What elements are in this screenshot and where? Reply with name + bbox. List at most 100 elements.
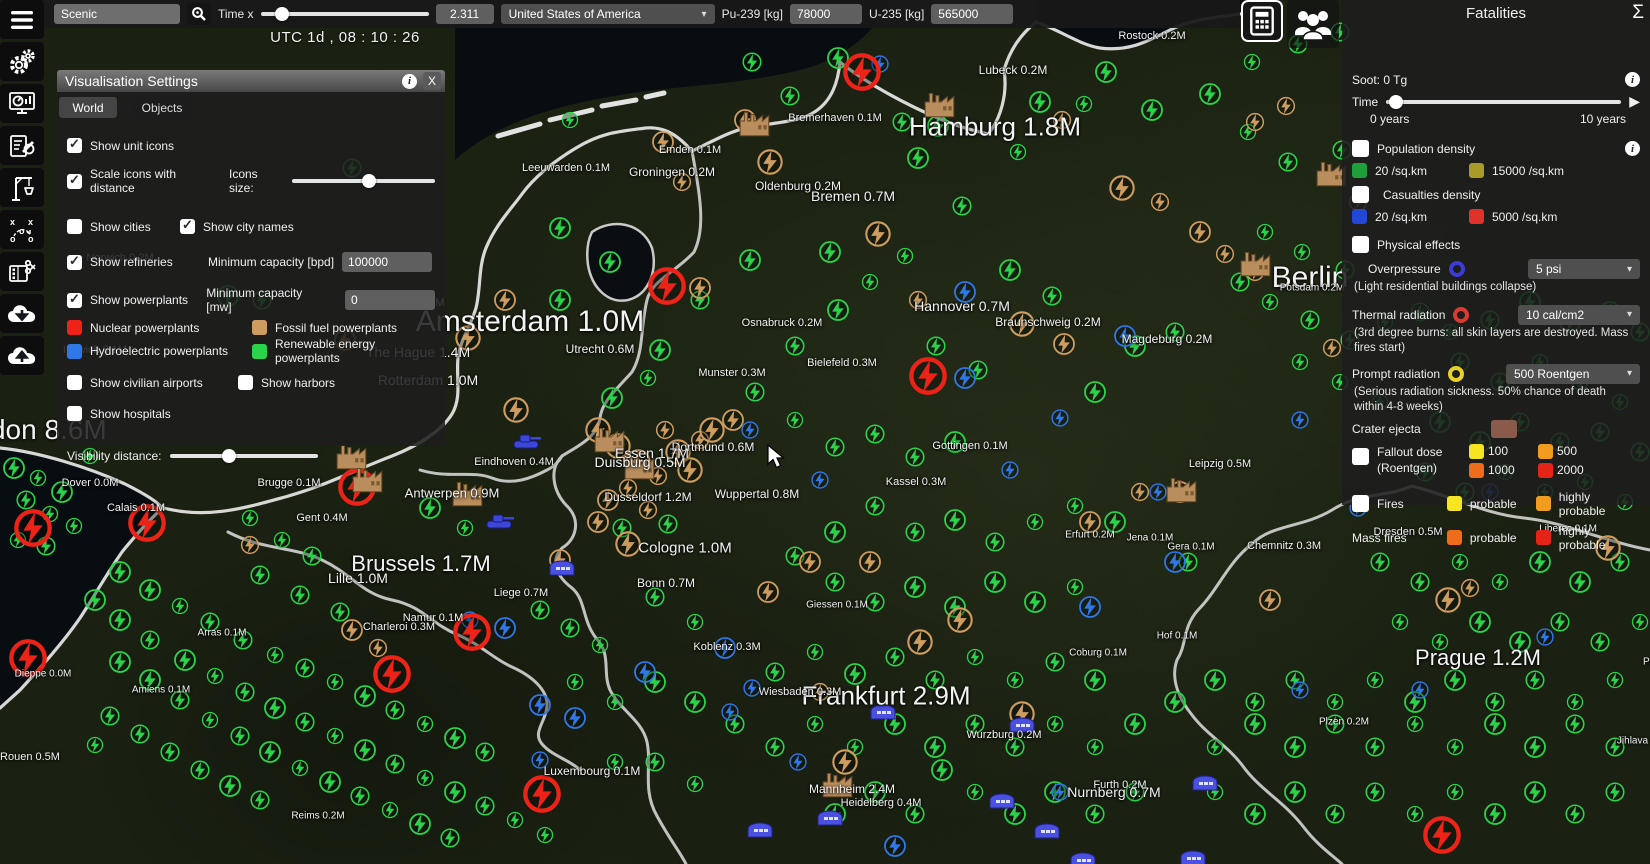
hydro-powerplant-icon[interactable] — [1411, 681, 1430, 700]
scale-icons-checkbox[interactable] — [67, 174, 82, 189]
renewable-powerplant-icon[interactable] — [686, 775, 704, 793]
fossil-powerplant-icon[interactable] — [1130, 482, 1150, 502]
renewable-powerplant-icon[interactable] — [381, 801, 399, 819]
renewable-powerplant-icon[interactable] — [108, 608, 132, 632]
nuclear-powerplant-icon[interactable] — [908, 356, 948, 396]
visibility-distance-slider[interactable] — [170, 449, 318, 463]
renewable-powerplant-icon[interactable] — [440, 828, 461, 849]
renewable-powerplant-icon[interactable] — [1631, 613, 1649, 631]
fossil-powerplant-icon[interactable] — [756, 148, 784, 176]
fossil-powerplant-icon[interactable] — [1460, 578, 1480, 598]
refinery-icon[interactable] — [737, 106, 773, 138]
renewable-powerplant-icon[interactable] — [683, 690, 707, 714]
sidebar-item-download[interactable] — [0, 294, 44, 333]
renewable-powerplant-icon[interactable] — [742, 52, 763, 73]
hydro-powerplant-icon[interactable] — [1051, 409, 1070, 428]
renewable-powerplant-icon[interactable] — [983, 570, 1007, 594]
renewable-powerplant-icon[interactable] — [1283, 735, 1307, 759]
renewable-powerplant-icon[interactable] — [1370, 552, 1391, 573]
renewable-powerplant-icon[interactable] — [926, 336, 947, 357]
renewable-powerplant-icon[interactable] — [1123, 712, 1147, 736]
renewable-powerplant-icon[interactable] — [658, 514, 679, 535]
renewable-powerplant-icon[interactable] — [600, 386, 624, 410]
u235-input[interactable] — [931, 4, 1013, 24]
renewable-powerplant-icon[interactable] — [1028, 90, 1052, 114]
renewable-powerplant-icon[interactable] — [1009, 143, 1027, 161]
renewable-powerplant-icon[interactable] — [138, 578, 162, 602]
renewable-powerplant-icon[interactable] — [416, 715, 434, 733]
renewable-powerplant-icon[interactable] — [290, 585, 311, 606]
min-capacity-bpd-input[interactable] — [342, 252, 432, 272]
settings-title-bar[interactable]: Visualisation Settings i X — [57, 70, 445, 92]
renewable-powerplant-icon[interactable] — [173, 648, 197, 672]
renewable-powerplant-icon[interactable] — [591, 636, 609, 654]
renewable-powerplant-icon[interactable] — [326, 727, 344, 745]
renewable-powerplant-icon[interactable] — [818, 240, 842, 264]
renewable-powerplant-icon[interactable] — [825, 572, 846, 593]
renewable-powerplant-icon[interactable] — [1283, 780, 1307, 804]
renewable-powerplant-icon[interactable] — [530, 600, 551, 621]
military-unit-icon[interactable] — [483, 509, 517, 531]
nuclear-powerplant-icon[interactable] — [522, 774, 562, 814]
renewable-powerplant-icon[interactable] — [1256, 223, 1274, 241]
sidebar-item-charts[interactable] — [0, 84, 44, 123]
hydro-powerplant-icon[interactable] — [633, 660, 657, 684]
renewable-powerplant-icon[interactable] — [1086, 738, 1104, 756]
fossil-powerplant-icon[interactable] — [756, 580, 780, 604]
hydro-powerplant-icon[interactable] — [1291, 681, 1310, 700]
renewable-powerplant-icon[interactable] — [1483, 802, 1507, 826]
nuclear-powerplant-icon[interactable] — [372, 654, 412, 694]
renewable-powerplant-icon[interactable] — [206, 667, 224, 685]
fires-checkbox[interactable] — [1352, 495, 1369, 512]
renewable-powerplant-icon[interactable] — [648, 338, 672, 362]
nuclear-powerplant-icon[interactable] — [842, 52, 882, 92]
renewable-powerplant-icon[interactable] — [1083, 668, 1107, 692]
fossil-powerplant-icon[interactable] — [1276, 96, 1296, 116]
hydro-powerplant-icon[interactable] — [789, 753, 808, 772]
show-hospitals-checkbox[interactable] — [67, 406, 82, 421]
hydro-powerplant-icon[interactable] — [1078, 595, 1102, 619]
renewable-powerplant-icon[interactable] — [1443, 668, 1467, 692]
show-cities-checkbox[interactable] — [67, 219, 82, 234]
renewable-powerplant-icon[interactable] — [943, 508, 967, 532]
sidebar-item-settings[interactable] — [0, 42, 44, 81]
renewable-powerplant-icon[interactable] — [1326, 693, 1344, 711]
pu239-input[interactable] — [790, 4, 862, 24]
renewable-powerplant-icon[interactable] — [130, 724, 151, 745]
renewable-powerplant-icon[interactable] — [295, 658, 316, 679]
refinery-icon[interactable] — [350, 462, 386, 494]
renewable-powerplant-icon[interactable] — [250, 790, 271, 811]
renewable-powerplant-icon[interactable] — [1528, 550, 1552, 574]
renewable-powerplant-icon[interactable] — [273, 531, 291, 549]
sidebar-item-menu[interactable] — [0, 0, 44, 39]
hydro-powerplant-icon[interactable] — [1291, 411, 1310, 430]
fossil-powerplant-icon[interactable] — [1258, 588, 1282, 612]
renewable-powerplant-icon[interactable] — [598, 250, 622, 274]
show-powerplants-checkbox[interactable] — [67, 293, 82, 308]
renewable-powerplant-icon[interactable] — [241, 509, 259, 527]
renewable-powerplant-icon[interactable] — [765, 737, 786, 758]
renewable-powerplant-icon[interactable] — [1261, 293, 1279, 311]
renewable-powerplant-icon[interactable] — [966, 783, 984, 801]
prompt-radiation-select[interactable]: 500 Roentgen ▾ — [1506, 364, 1640, 384]
fossil-powerplant-icon[interactable] — [798, 550, 822, 574]
renewable-powerplant-icon[interactable] — [171, 597, 189, 615]
sidebar-item-upload[interactable] — [0, 336, 44, 375]
renewable-powerplant-icon[interactable] — [765, 662, 786, 683]
fatalities-time-slider[interactable] — [1386, 95, 1621, 109]
renewable-powerplant-icon[interactable] — [456, 519, 474, 537]
renewable-powerplant-icon[interactable] — [250, 565, 271, 586]
renewable-powerplant-icon[interactable] — [1366, 671, 1384, 689]
military-unit-icon[interactable] — [510, 429, 544, 451]
renewable-powerplant-icon[interactable] — [548, 216, 572, 240]
hydro-powerplant-icon[interactable] — [721, 703, 740, 722]
country-select[interactable]: United States of America ▾ — [501, 4, 715, 24]
casualties-density-checkbox[interactable] — [1352, 186, 1369, 203]
renewable-powerplant-icon[interactable] — [1566, 693, 1584, 711]
renewable-powerplant-icon[interactable] — [266, 646, 284, 664]
renewable-powerplant-icon[interactable] — [475, 796, 496, 817]
renewable-powerplant-icon[interactable] — [1325, 804, 1346, 825]
fossil-powerplant-icon[interactable] — [340, 618, 364, 642]
renewable-powerplant-icon[interactable] — [1523, 735, 1547, 759]
renewable-powerplant-icon[interactable] — [140, 630, 161, 651]
